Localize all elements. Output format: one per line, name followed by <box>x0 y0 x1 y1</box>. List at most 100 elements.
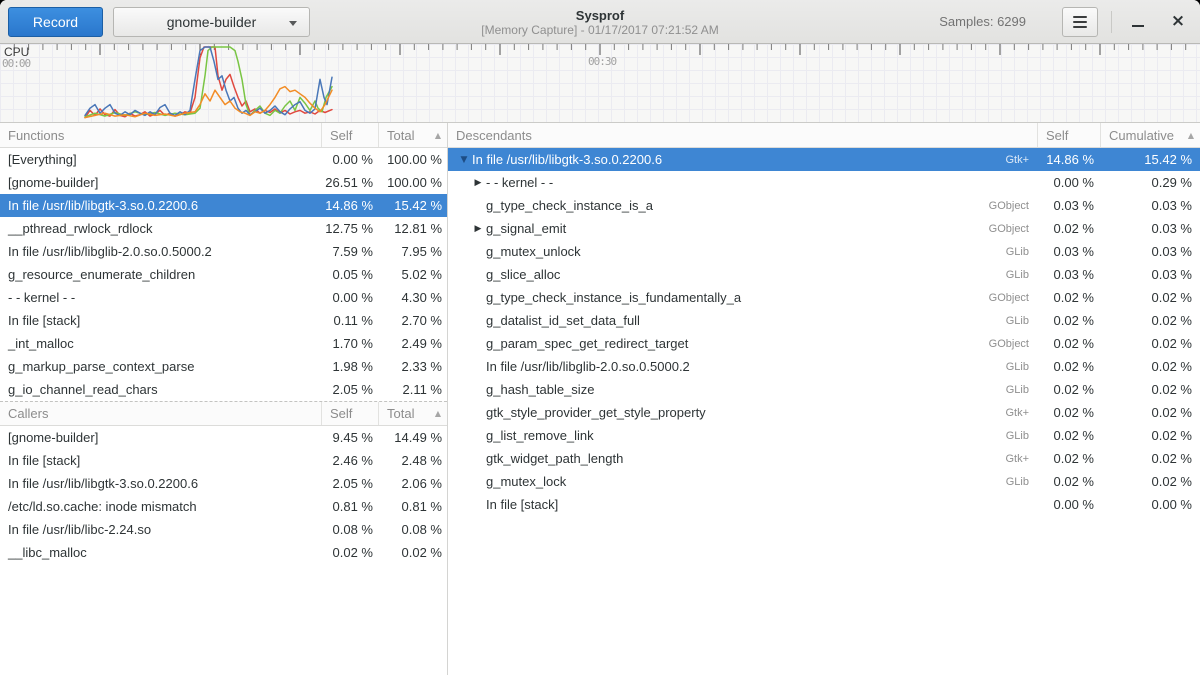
functions-table-header: Functions Self Total▲ <box>0 123 447 148</box>
caller-row[interactable]: /etc/ld.so.cache: inode mismatch0.81 %0.… <box>0 495 447 518</box>
caller-name: In file /usr/lib/libgtk-3.so.0.2200.6 <box>0 476 321 491</box>
caller-self-value: 2.46 % <box>321 453 378 468</box>
descendants-self-column-header[interactable]: Self <box>1037 123 1100 147</box>
descendants-cumulative-column-header[interactable]: Cumulative▲ <box>1100 123 1200 147</box>
function-self-value: 12.75 % <box>321 221 378 236</box>
function-name: g_markup_parse_context_parse <box>0 359 321 374</box>
record-button[interactable]: Record <box>8 7 103 37</box>
caller-total-value: 0.81 % <box>378 499 447 514</box>
expander-collapsed-icon[interactable]: ▶ <box>470 178 486 188</box>
descendant-row[interactable]: gtk_widget_path_lengthGtk+0.02 %0.02 % <box>448 447 1200 470</box>
callers-self-column-header[interactable]: Self <box>321 402 378 425</box>
descendant-row[interactable]: g_mutex_unlockGLib0.03 %0.03 % <box>448 240 1200 263</box>
sort-ascending-icon: ▲ <box>1188 131 1200 140</box>
process-selector-dropdown[interactable]: gnome-builder <box>113 7 310 37</box>
descendant-row[interactable]: g_type_check_instance_is_fundamentally_a… <box>448 286 1200 309</box>
descendant-row[interactable]: g_slice_allocGLib0.03 %0.03 % <box>448 263 1200 286</box>
callers-column-header[interactable]: Callers <box>0 402 321 425</box>
library-category-tag: GLib <box>1006 361 1037 373</box>
callers-total-column-header[interactable]: Total▲ <box>378 402 447 425</box>
functions-total-column-header[interactable]: Total▲ <box>378 123 447 147</box>
function-row[interactable]: In file /usr/lib/libgtk-3.so.0.2200.614.… <box>0 194 447 217</box>
caller-name: [gnome-builder] <box>0 430 321 445</box>
library-category-tag: GLib <box>1006 269 1037 281</box>
descendant-name: gtk_style_provider_get_style_property <box>486 405 706 420</box>
minimize-button[interactable] <box>1124 8 1152 36</box>
caller-row[interactable]: In file /usr/lib/libc-2.24.so0.08 %0.08 … <box>0 518 447 541</box>
function-row[interactable]: g_io_channel_read_chars2.05 %2.11 % <box>0 378 447 401</box>
descendant-name-cell: g_hash_table_size GLib <box>448 382 1037 397</box>
functions-self-column-header[interactable]: Self <box>321 123 378 147</box>
descendant-row[interactable]: g_datalist_id_set_data_fullGLib0.02 %0.0… <box>448 309 1200 332</box>
descendant-row[interactable]: g_param_spec_get_redirect_targetGObject0… <box>448 332 1200 355</box>
descendant-self-value: 0.02 % <box>1037 405 1100 420</box>
descendant-self-value: 0.02 % <box>1037 451 1100 466</box>
callers-table: [gnome-builder]9.45 %14.49 %In file [sta… <box>0 426 447 564</box>
caller-row[interactable]: In file /usr/lib/libgtk-3.so.0.2200.62.0… <box>0 472 447 495</box>
sort-ascending-icon: ▲ <box>435 409 447 418</box>
descendant-cumulative-value: 0.02 % <box>1100 382 1200 397</box>
descendant-row[interactable]: ▶- - kernel - -0.00 %0.29 % <box>448 171 1200 194</box>
descendant-self-value: 0.02 % <box>1037 221 1100 236</box>
descendant-name: g_hash_table_size <box>486 382 594 397</box>
function-total-value: 2.33 % <box>378 359 447 374</box>
descendant-row[interactable]: In file [stack]0.00 %0.00 % <box>448 493 1200 516</box>
caller-row[interactable]: In file [stack]2.46 %2.48 % <box>0 449 447 472</box>
descendant-row[interactable]: g_list_remove_linkGLib0.02 %0.02 % <box>448 424 1200 447</box>
function-row[interactable]: [gnome-builder]26.51 %100.00 % <box>0 171 447 194</box>
descendant-row[interactable]: ▶g_signal_emitGObject0.02 %0.03 % <box>448 217 1200 240</box>
library-category-tag: Gtk+ <box>1005 154 1037 166</box>
function-row[interactable]: g_resource_enumerate_children0.05 %5.02 … <box>0 263 447 286</box>
descendant-row[interactable]: g_mutex_lockGLib0.02 %0.02 % <box>448 470 1200 493</box>
descendant-row[interactable]: gtk_style_provider_get_style_property Gtk… <box>448 401 1200 424</box>
descendant-name-cell: ▶g_signal_emitGObject <box>448 221 1037 236</box>
cpu-line-blue <box>85 47 332 115</box>
descendant-row[interactable]: g_type_check_instance_is_aGObject0.03 %0… <box>448 194 1200 217</box>
caller-self-value: 9.45 % <box>321 430 378 445</box>
descendant-name-cell: g_type_check_instance_is_fundamentally_a… <box>448 290 1037 305</box>
descendants-column-header[interactable]: Descendants <box>448 123 1037 147</box>
descendant-cumulative-value: 0.02 % <box>1100 474 1200 489</box>
function-row[interactable]: _int_malloc1.70 %2.49 % <box>0 332 447 355</box>
function-row[interactable]: g_markup_parse_context_parse1.98 %2.33 % <box>0 355 447 378</box>
library-category-tag: GObject <box>989 223 1037 235</box>
hamburger-menu-icon <box>1073 16 1087 28</box>
expander-expanded-icon[interactable]: ▼ <box>456 155 472 165</box>
function-row[interactable]: In file /usr/lib/libglib-2.0.so.0.5000.2… <box>0 240 447 263</box>
record-button-label: Record <box>33 14 78 30</box>
caller-self-value: 0.81 % <box>321 499 378 514</box>
descendant-self-value: 0.02 % <box>1037 336 1100 351</box>
descendant-name: g_datalist_id_set_data_full <box>486 313 640 328</box>
descendant-self-value: 0.02 % <box>1037 313 1100 328</box>
function-self-value: 2.05 % <box>321 382 378 397</box>
caller-row[interactable]: [gnome-builder]9.45 %14.49 % <box>0 426 447 449</box>
menu-button[interactable] <box>1062 7 1098 37</box>
descendant-name: g_mutex_unlock <box>486 244 581 259</box>
cpu-line-orange <box>85 87 332 118</box>
function-row[interactable]: - - kernel - -0.00 %4.30 % <box>0 286 447 309</box>
functions-column-header[interactable]: Functions <box>0 123 321 147</box>
descendant-name-cell: g_mutex_lockGLib <box>448 474 1037 489</box>
descendant-row[interactable]: In file /usr/lib/libglib-2.0.so.0.5000.2… <box>448 355 1200 378</box>
expander-collapsed-icon[interactable]: ▶ <box>470 224 486 234</box>
descendant-name: - - kernel - - <box>486 175 553 190</box>
cpu-line-red <box>85 47 332 118</box>
function-row[interactable]: __pthread_rwlock_rdlock12.75 %12.81 % <box>0 217 447 240</box>
function-row[interactable]: In file [stack]0.11 %2.70 % <box>0 309 447 332</box>
function-name: [Everything] <box>0 152 321 167</box>
function-self-value: 0.00 % <box>321 152 378 167</box>
function-self-value: 0.05 % <box>321 267 378 282</box>
caller-name: __libc_malloc <box>0 545 321 560</box>
close-button[interactable]: × <box>1164 8 1192 36</box>
library-category-tag: GLib <box>1006 384 1037 396</box>
descendant-row[interactable]: ▼In file /usr/lib/libgtk-3.so.0.2200.6Gt… <box>448 148 1200 171</box>
function-row[interactable]: [Everything]0.00 %100.00 % <box>0 148 447 171</box>
descendant-row[interactable]: g_hash_table_sizeGLib0.02 %0.02 % <box>448 378 1200 401</box>
descendant-name-cell: ▼In file /usr/lib/libgtk-3.so.0.2200.6Gt… <box>448 152 1037 167</box>
descendant-name-cell: gtk_widget_path_lengthGtk+ <box>448 451 1037 466</box>
cpu-usage-graph[interactable]: CPU 00:00 00:30 <box>0 44 1200 123</box>
descendant-name-cell: g_type_check_instance_is_aGObject <box>448 198 1037 213</box>
library-category-tag: Gtk+ <box>1005 407 1037 419</box>
descendant-name-cell: g_mutex_unlockGLib <box>448 244 1037 259</box>
caller-row[interactable]: __libc_malloc0.02 %0.02 % <box>0 541 447 564</box>
